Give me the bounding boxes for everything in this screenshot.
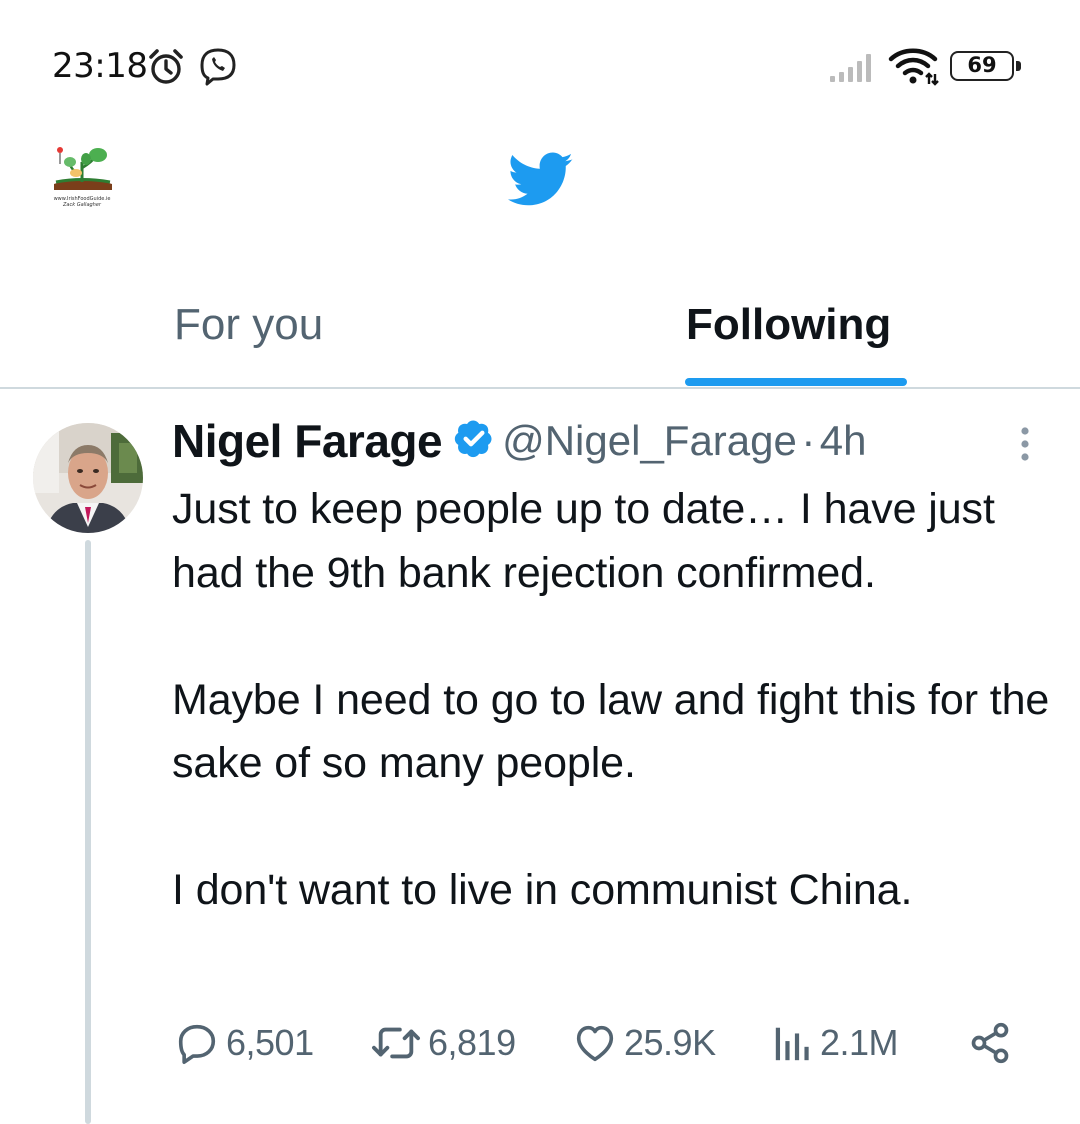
views-button[interactable]: 2.1M [772,1018,899,1068]
retweet-button[interactable]: 6,819 [370,1018,516,1068]
views-count: 2.1M [820,1022,899,1063]
signal-icon [830,54,871,82]
tweet-text: Just to keep people up to date… I have j… [172,478,1052,923]
account-avatar-button[interactable]: www.IrishFoodGuide.ie Zack Gallagher [46,144,118,216]
tabs-divider [0,387,1080,389]
more-options-icon[interactable] [1012,424,1038,464]
retweet-count: 6,819 [428,1022,516,1063]
verified-badge-icon [454,420,492,458]
profile-caption-name: Zack Gallagher [63,202,101,208]
share-button[interactable] [968,1018,1012,1068]
alarm-icon [149,49,183,84]
tweet-actions: 6,501 6,819 25.9K 2.1M [0,1010,1080,1074]
battery-icon: 69 [950,51,1021,81]
tweet-paragraph: I don't want to live in communist China. [172,866,913,914]
status-time: 23:18 [52,46,148,86]
reply-count: 6,501 [226,1022,314,1063]
author-photo [33,423,143,533]
tab-following[interactable]: Following [686,300,891,350]
author-display-name[interactable]: Nigel Farage [172,415,443,467]
status-bar: 23:18 69 [0,0,1080,130]
header-separator: · [801,417,816,464]
twitter-bird-icon[interactable] [508,152,574,208]
retweet-icon [372,1027,420,1059]
timeline-tabs: For you Following [0,290,1080,390]
author-handle[interactable]: @Nigel_Farage [502,417,797,464]
wifi-icon [888,48,939,86]
tweet-timestamp[interactable]: 4h [820,417,867,464]
like-button[interactable]: 25.9K [572,1018,716,1068]
viber-icon [200,48,236,86]
author-avatar[interactable] [33,423,143,533]
tweet-header: Nigel Farage @Nigel_Farage · 4h [172,414,867,476]
like-count: 25.9K [624,1022,716,1063]
analytics-icon [775,1027,809,1061]
plant-logo-icon [54,147,112,190]
reply-button[interactable]: 6,501 [174,1018,314,1068]
tweet-paragraph: Just to keep people up to date… I have j… [172,485,995,597]
tweet-paragraph: Maybe I need to go to law and fight this… [172,675,1050,788]
heart-icon [576,1025,614,1062]
active-tab-indicator [685,378,907,386]
profile-caption: www.IrishFoodGuide.ie Zack Gallagher [46,196,118,208]
reply-icon [178,1024,216,1064]
share-icon [971,1022,1009,1064]
tab-for-you[interactable]: For you [174,300,323,350]
